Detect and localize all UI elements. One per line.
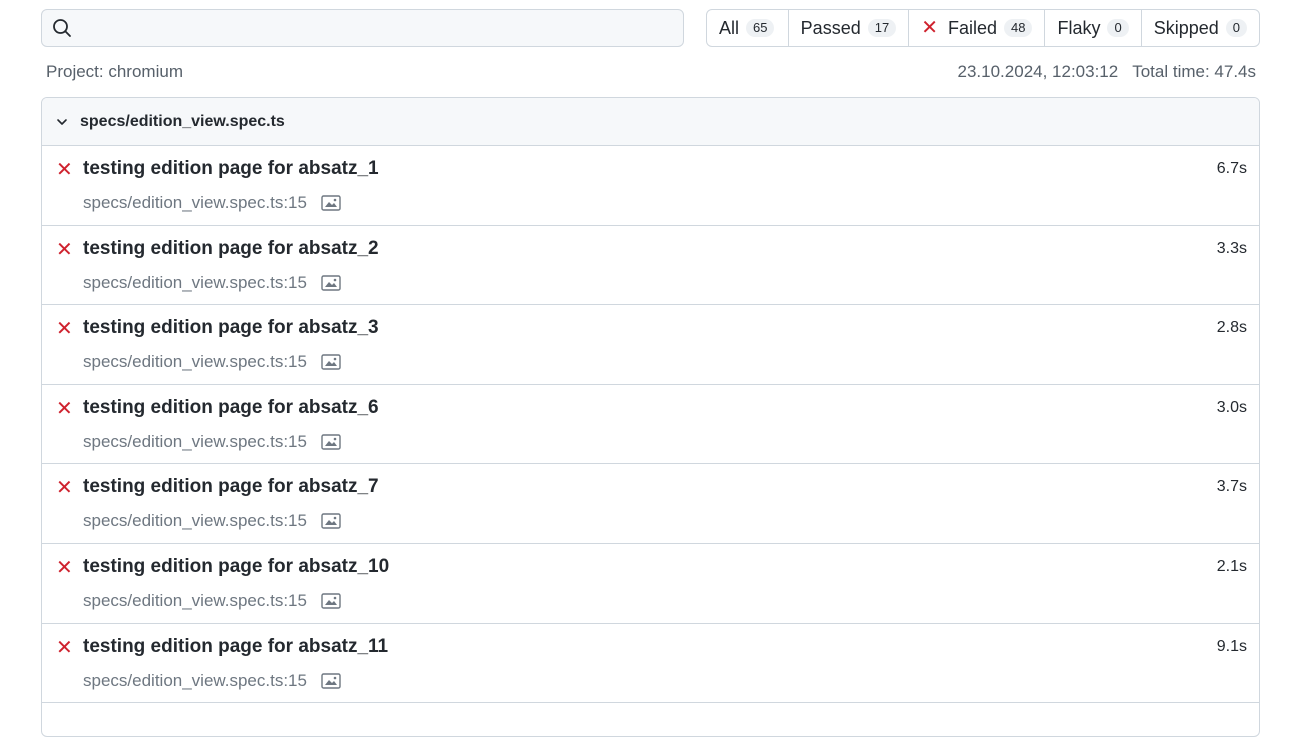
- filter-flaky[interactable]: Flaky 0: [1045, 10, 1142, 46]
- test-location-text: specs/edition_view.spec.ts:15: [83, 193, 307, 212]
- test-location: specs/edition_view.spec.ts:15: [83, 671, 341, 691]
- test-location: specs/edition_view.spec.ts:15: [83, 432, 341, 452]
- chevron-down-icon[interactable]: [54, 114, 70, 130]
- test-duration: 2.1s: [1216, 557, 1247, 575]
- test-location: specs/edition_view.spec.ts:15: [83, 193, 341, 213]
- test-title[interactable]: testing edition page for absatz_1: [83, 158, 379, 180]
- status-filter-tabs: All 65 Passed 17 ✕ Failed 48 Flaky 0 Ski…: [706, 9, 1260, 47]
- filter-count: 48: [1003, 19, 1033, 37]
- test-duration: 3.0s: [1216, 398, 1247, 416]
- test-location-text: specs/edition_view.spec.ts:15: [83, 590, 307, 610]
- test-location: specs/edition_view.spec.ts:15: [83, 352, 341, 372]
- cross-icon: ✕: [56, 238, 73, 261]
- project-label: Project: chromium: [46, 62, 183, 81]
- spec-file-header[interactable]: specs/edition_view.spec.ts: [42, 98, 1259, 146]
- image-icon[interactable]: [321, 195, 341, 211]
- total-time: Total time: 47.4s: [1132, 62, 1256, 81]
- test-row[interactable]: ✕ testing edition page for absatz_3 spec…: [42, 305, 1259, 385]
- test-row[interactable]: ✕ testing edition page for absatz_2 spec…: [42, 226, 1259, 306]
- filter-all[interactable]: All 65: [707, 10, 789, 46]
- test-location-text: specs/edition_view.spec.ts:15: [83, 670, 307, 690]
- report-page: All 65 Passed 17 ✕ Failed 48 Flaky 0 Ski…: [0, 0, 1293, 737]
- test-title[interactable]: testing edition page for absatz_6: [83, 397, 379, 419]
- cross-icon: ✕: [56, 159, 73, 181]
- test-row[interactable]: ✕ testing edition page for absatz_7 spec…: [42, 464, 1259, 544]
- filter-label: Skipped: [1153, 17, 1219, 38]
- test-duration: 3.7s: [1216, 478, 1247, 496]
- cross-icon: ✕: [56, 397, 73, 420]
- cross-icon: ✕: [56, 477, 73, 500]
- test-location: specs/edition_view.spec.ts:15: [83, 273, 341, 293]
- filter-label: Flaky: [1057, 17, 1101, 38]
- test-row[interactable]: ✕ testing edition page for absatz_11 spe…: [42, 624, 1259, 704]
- filter-skipped[interactable]: Skipped 0: [1142, 10, 1259, 46]
- image-icon[interactable]: [321, 354, 341, 370]
- image-icon[interactable]: [321, 513, 341, 530]
- run-info: 23.10.2024, 12:03:12 Total time: 47.4s: [958, 62, 1256, 82]
- filter-label: Failed: [947, 17, 997, 38]
- test-duration: 3.3s: [1216, 239, 1247, 257]
- test-title[interactable]: testing edition page for absatz_11: [83, 636, 388, 658]
- test-duration: 2.8s: [1216, 319, 1247, 337]
- filter-passed[interactable]: Passed 17: [789, 10, 910, 46]
- test-row[interactable]: ✕ testing edition page for absatz_10 spe…: [42, 544, 1259, 624]
- search-icon: [52, 18, 72, 38]
- test-duration: 9.1s: [1216, 637, 1247, 655]
- filter-label: All: [719, 17, 740, 38]
- filter-label: Passed: [800, 17, 861, 38]
- test-location-text: specs/edition_view.spec.ts:15: [83, 352, 307, 372]
- image-icon[interactable]: [321, 672, 341, 689]
- filter-failed[interactable]: ✕ Failed 48: [909, 10, 1046, 46]
- test-duration: 6.7s: [1216, 160, 1247, 177]
- test-location-text: specs/edition_view.spec.ts:15: [83, 431, 307, 451]
- test-title[interactable]: testing edition page for absatz_3: [83, 317, 379, 339]
- cross-icon: ✕: [921, 17, 938, 39]
- filter-count: 0: [1107, 19, 1129, 37]
- image-icon[interactable]: [321, 434, 341, 450]
- run-timestamp: 23.10.2024, 12:03:12: [957, 62, 1119, 81]
- cross-icon: ✕: [56, 556, 73, 579]
- test-location-text: specs/edition_view.spec.ts:15: [83, 511, 307, 531]
- cross-icon: ✕: [56, 318, 73, 341]
- test-location: specs/edition_view.spec.ts:15: [83, 591, 341, 611]
- test-title[interactable]: testing edition page for absatz_2: [83, 238, 379, 260]
- search-box[interactable]: [41, 9, 684, 47]
- spec-file-title: specs/edition_view.spec.ts: [80, 112, 285, 130]
- test-row[interactable]: ✕ testing edition page for absatz_6 spec…: [42, 385, 1259, 465]
- filter-count: 0: [1225, 19, 1247, 37]
- image-icon[interactable]: [321, 274, 341, 291]
- test-row[interactable]: ✕ testing edition page for absatz_1 spec…: [42, 146, 1259, 226]
- spec-file-group: specs/edition_view.spec.ts ✕ testing edi…: [41, 97, 1260, 737]
- filter-count: 65: [746, 19, 775, 37]
- filter-count: 17: [867, 19, 897, 37]
- search-input[interactable]: [72, 10, 683, 46]
- test-location: specs/edition_view.spec.ts:15: [83, 511, 341, 531]
- test-title[interactable]: testing edition page for absatz_10: [83, 556, 389, 578]
- test-title[interactable]: testing edition page for absatz_7: [83, 476, 379, 498]
- cross-icon: ✕: [56, 636, 73, 659]
- image-icon[interactable]: [321, 593, 341, 609]
- test-location-text: specs/edition_view.spec.ts:15: [83, 272, 307, 292]
